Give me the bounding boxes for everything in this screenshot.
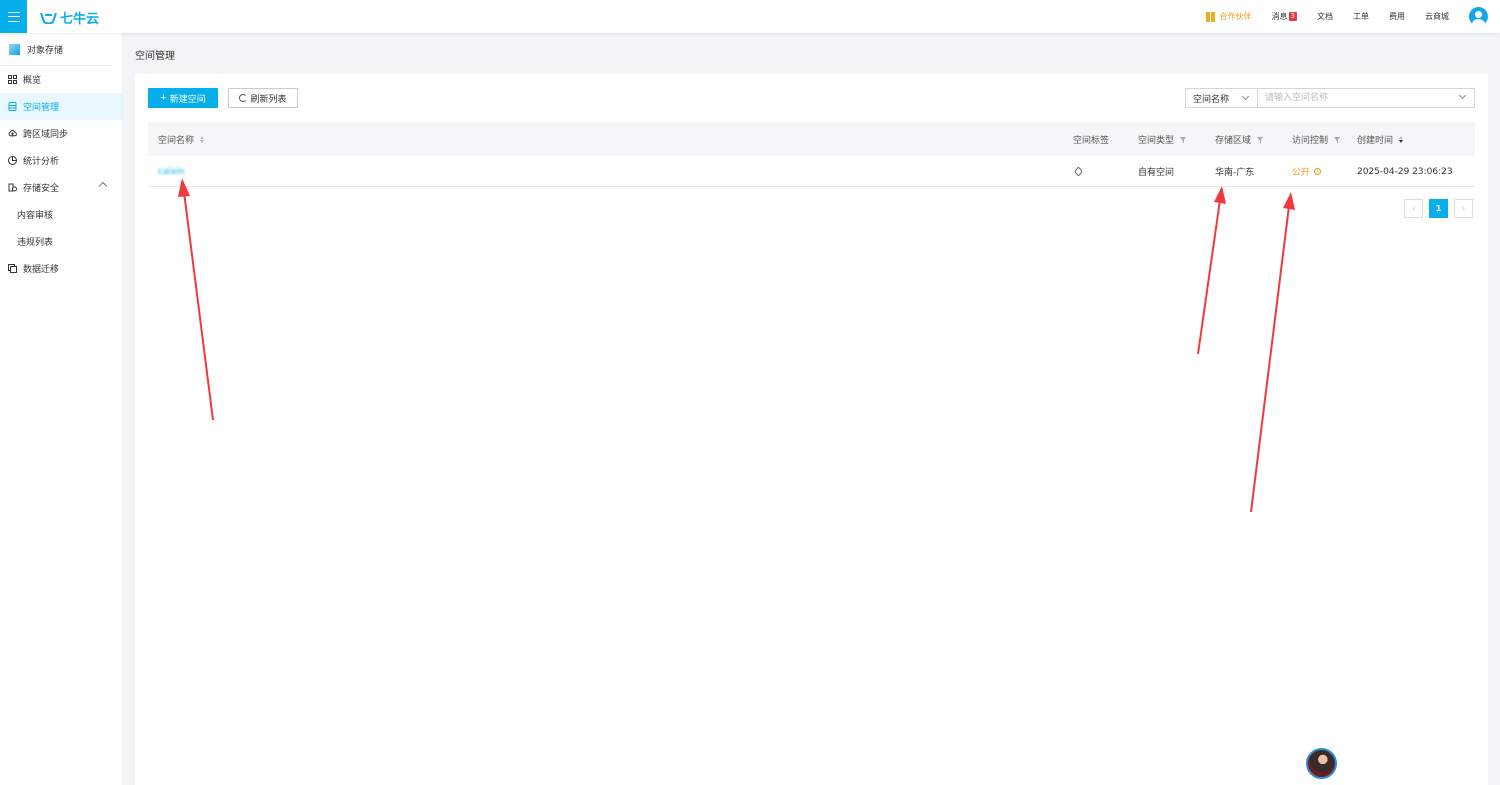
pagination-prev-button[interactable]: ‹ [1404,199,1423,218]
search-field-select-value: 空间名称 [1193,94,1230,105]
sidebar-item-label: 跨区域同步 [23,130,69,140]
security-icon [8,183,17,192]
gift-icon [1205,11,1215,22]
column-header-label: 访问控制 [1292,135,1329,146]
filter-icon[interactable] [1180,137,1187,143]
bucket-table: 空间名称 空间标签 空间类型 存储区域 访问控制 创建时间 caixin 自有空… [148,122,1475,187]
sidebar-item-data-migration[interactable]: 数据迁移 [0,255,122,282]
column-header-type: 空间类型 [1138,122,1187,156]
sidebar-item-content-moderation[interactable]: 内容审核 [0,201,122,228]
object-storage-icon [9,43,20,55]
chart-icon [8,156,17,165]
bucket-region-cell: 华南-广东 [1215,168,1255,178]
sidebar-item-label: 违规列表 [17,238,54,248]
bucket-access-cell: 公开! [1292,156,1322,187]
refresh-icon [239,94,248,102]
refresh-list-button[interactable]: 刷新列表 [228,88,298,108]
sidebar-item-overview[interactable]: 概览 [0,66,122,93]
marketplace-link[interactable]: 云商城 [1425,11,1449,22]
create-bucket-label: 新建空间 [169,93,206,104]
hamburger-icon [7,11,20,22]
sidebar-item-label: 统计分析 [23,157,60,167]
sidebar-product-header[interactable]: 对象存储 [0,33,112,66]
column-header-label: 创建时间 [1357,135,1394,146]
messages-label: 消息 [1271,12,1288,21]
table-row: caixin 自有空间 华南-广东 公开! 2025-04-29 23:06:2… [148,156,1475,187]
floating-support-avatar[interactable] [1306,748,1337,779]
sidebar-item-violation-list[interactable]: 违规列表 [0,228,122,255]
access-status[interactable]: 公开! [1292,165,1322,178]
column-header-label: 空间类型 [1138,135,1175,146]
column-header-label: 存储区域 [1215,135,1252,146]
top-nav: 合作伙伴 消息 3 文档 工单 费用 云商城 [1205,0,1500,33]
logo[interactable]: 七牛云 [40,8,99,27]
sidebar-product-label: 对象存储 [27,45,64,56]
sidebar-item-label: 数据迁移 [23,265,60,275]
create-bucket-button[interactable]: + 新建空间 [148,88,218,108]
column-header-created[interactable]: 创建时间 [1357,122,1404,156]
column-header-access: 访问控制 [1292,122,1341,156]
bucket-type-cell: 自有空间 [1138,168,1175,178]
column-header-label: 空间标签 [1073,135,1110,146]
docs-link[interactable]: 文档 [1317,11,1333,22]
column-header-name[interactable]: 空间名称 [158,122,205,156]
search-field-select[interactable]: 空间名称 [1185,88,1258,108]
chevron-down-icon [1241,92,1250,101]
access-status-label: 公开 [1292,168,1311,178]
sidebar: 对象存储 概览 空间管理 跨区域同步 统计分析 存储安全 内容审核 违规列表 数… [0,33,123,785]
messages-badge: 3 [1288,12,1297,21]
sidebar-item-label: 概览 [23,76,42,86]
info-icon[interactable]: ! [1314,168,1322,175]
messages-link[interactable]: 消息 3 [1272,11,1297,22]
logo-text: 七牛云 [60,12,100,27]
sort-icon[interactable] [1399,135,1404,143]
top-bar: 七牛云 合作伙伴 消息 3 文档 工单 费用 云商城 [0,0,1500,33]
partner-label: 合作伙伴 [1219,12,1252,21]
table-header: 空间名称 空间标签 空间类型 存储区域 访问控制 创建时间 [148,122,1475,156]
logo-icon [40,12,57,24]
tag-icon[interactable] [1073,166,1084,177]
sidebar-item-label: 存储安全 [23,184,60,194]
bucket-list-card: +新建空间 刷新列表 空间名称 空间名称 空间标签 空间类型 存储区域 访问控制… [135,74,1488,785]
partner-link[interactable]: 合作伙伴 [1205,11,1252,22]
sidebar-item-storage-security[interactable]: 存储安全 [0,174,122,201]
bucket-icon [8,102,17,111]
sidebar-item-label: 内容审核 [17,211,54,221]
hamburger-menu-button[interactable] [0,0,27,33]
grid-icon [8,75,17,84]
sidebar-item-cross-region-sync[interactable]: 跨区域同步 [0,120,122,147]
chevron-up-icon [98,181,108,191]
sidebar-item-label: 空间管理 [23,103,60,113]
sidebar-item-bucket-management[interactable]: 空间管理 [0,93,122,120]
bucket-created-cell: 2025-04-29 23:06:23 [1357,166,1453,177]
billing-link[interactable]: 费用 [1389,11,1405,22]
user-avatar[interactable] [1469,7,1488,26]
bucket-name-link[interactable]: caixin [158,167,185,177]
page-title: 空间管理 [135,51,175,62]
cloud-sync-icon [8,129,17,138]
pagination-page-button[interactable]: 1 [1429,199,1448,218]
filter-icon[interactable] [1257,137,1264,143]
tickets-link[interactable]: 工单 [1353,11,1369,22]
plus-icon: + [160,91,167,104]
column-header-region: 存储区域 [1215,122,1264,156]
pagination-next-button[interactable]: › [1454,199,1473,218]
sidebar-item-statistics[interactable]: 统计分析 [0,147,122,174]
filter-icon[interactable] [1334,137,1341,143]
bucket-search-input[interactable] [1257,88,1475,108]
sort-icon[interactable] [200,135,205,143]
pagination: ‹ 1 › [1398,199,1473,218]
column-header-label: 空间名称 [158,135,195,146]
refresh-list-label: 刷新列表 [250,93,287,104]
column-header-tags: 空间标签 [1073,122,1109,156]
bucket-tags-cell [1073,156,1084,187]
bucket-name-cell: caixin [158,156,185,187]
migrate-icon [8,264,17,273]
